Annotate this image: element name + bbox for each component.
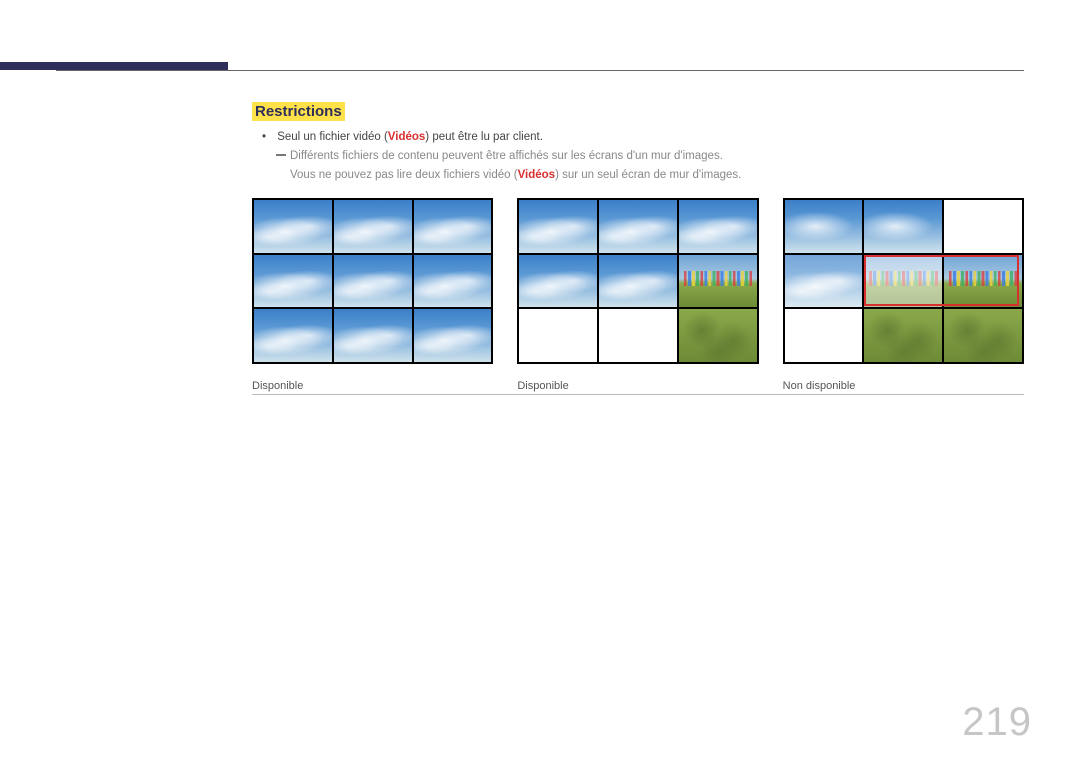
grid-cell — [599, 200, 677, 253]
bullet-highlight: Vidéos — [388, 131, 426, 143]
grid-cell — [785, 200, 863, 253]
caption-1: Disponible — [252, 376, 493, 392]
grid-cell — [679, 200, 757, 253]
grid-cell — [414, 309, 492, 362]
grid-cell — [599, 309, 677, 362]
sub-bullet-2: Vous ne pouvez pas lire deux fichiers vi… — [290, 169, 741, 181]
video-wall-2 — [517, 198, 758, 364]
header-accent-bar — [0, 62, 228, 70]
caption-2: Disponible — [517, 376, 758, 392]
bullet-dot-icon: • — [262, 131, 274, 143]
grid-cell — [334, 255, 412, 308]
grid-cell — [599, 255, 677, 308]
grid-cell — [334, 309, 412, 362]
grid-cell — [254, 200, 332, 253]
sub2-suffix: ) sur un seul écran de mur d'images. — [555, 169, 741, 181]
page-number: 219 — [962, 700, 1032, 745]
grid-cell — [679, 255, 757, 308]
caption-3: Non disponible — [783, 376, 1024, 392]
grid-cell — [864, 200, 942, 253]
sub2-prefix: Vous ne pouvez pas lire deux fichiers vi… — [290, 169, 518, 181]
bullet-item: • Seul un fichier vidéo (Vidéos) peut êt… — [262, 131, 543, 143]
grid-cell — [254, 255, 332, 308]
video-wall-examples — [252, 198, 1024, 364]
captions-row: Disponible Disponible Non disponible — [252, 376, 1024, 392]
bullet-text-prefix: Seul un fichier vidéo ( — [277, 131, 388, 143]
grid-cell — [864, 255, 942, 308]
video-wall-3 — [783, 198, 1024, 364]
caption-rule — [252, 394, 1024, 395]
header-rule — [56, 70, 1024, 71]
section-heading: Restrictions — [252, 102, 345, 121]
grid-cell — [785, 255, 863, 308]
grid-cell — [679, 309, 757, 362]
sub2-highlight: Vidéos — [518, 169, 556, 181]
bullet-text-suffix: ) peut être lu par client. — [425, 131, 543, 143]
grid-cell — [414, 200, 492, 253]
grid-cell — [414, 255, 492, 308]
grid-cell — [519, 309, 597, 362]
grid-cell — [864, 309, 942, 362]
video-wall-1 — [252, 198, 493, 364]
grid-cell — [254, 309, 332, 362]
grid-cell — [519, 200, 597, 253]
sub-bullet-1: Différents fichiers de contenu peuvent ê… — [276, 150, 723, 162]
grid-cell — [519, 255, 597, 308]
grid-cell — [944, 255, 1022, 308]
grid-cell — [334, 200, 412, 253]
grid-cell — [944, 309, 1022, 362]
grid-cell — [785, 309, 863, 362]
grid-cell — [944, 200, 1022, 253]
